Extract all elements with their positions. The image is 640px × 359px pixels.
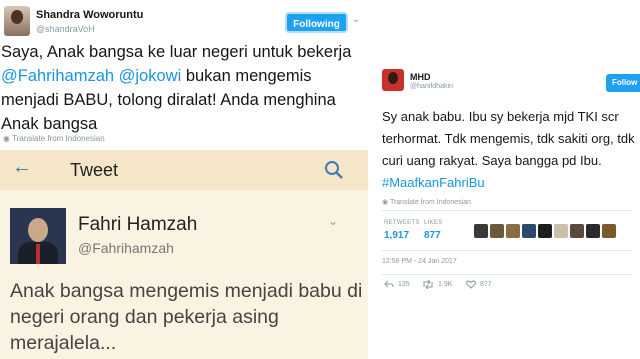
right-tweet: MHD @hanifdhakiri Follow Sy anak babu. I… xyxy=(372,62,640,292)
globe-icon: ◉ xyxy=(382,199,389,206)
liker-avatar[interactable] xyxy=(490,224,504,238)
likes-label: LIKES xyxy=(424,220,443,226)
globe-icon: ◉ xyxy=(3,134,10,143)
left-tweet: Shandra Woworuntu @shandraVoH Following … xyxy=(0,0,372,359)
translate-label: Translate from Indonesian xyxy=(12,134,105,143)
divider xyxy=(382,210,632,211)
tweet-text: Saya, Anak bangsa ke luar negeri untuk b… xyxy=(0,40,372,136)
search-icon xyxy=(325,161,343,179)
avatar[interactable] xyxy=(382,69,404,91)
author-name[interactable]: MHD xyxy=(410,72,431,82)
author-handle[interactable]: @shandraVoH xyxy=(36,24,95,34)
following-button[interactable]: Following xyxy=(285,12,348,33)
retweet-icon xyxy=(423,280,433,289)
like-button[interactable]: 877 xyxy=(466,280,492,289)
embed-tweet-text: Anak bangsa mengemis menjadi babu di neg… xyxy=(10,280,363,354)
retweet-count: 1.9K xyxy=(438,281,453,288)
likes-count[interactable]: 877 xyxy=(424,230,441,241)
liker-avatar[interactable] xyxy=(586,224,600,238)
tweet-text-part: Saya, Anak bangsa ke luar negeri untuk b… xyxy=(1,43,352,61)
heart-icon xyxy=(466,280,476,289)
hashtag-link[interactable]: #MaafkanFahriBu xyxy=(382,175,485,190)
mention-link[interactable]: @jokowi xyxy=(119,67,182,85)
translate-label: Translate from Indonesian xyxy=(389,199,471,206)
translate-link[interactable]: ◉ Translate from Indonesian xyxy=(382,198,471,206)
retweet-button[interactable]: 1.9K xyxy=(422,280,452,289)
follow-button[interactable]: Follow xyxy=(606,74,640,92)
retweets-count[interactable]: 1,917 xyxy=(384,230,409,241)
embed-bar-title: Tweet xyxy=(70,160,119,180)
avatar[interactable] xyxy=(4,6,30,36)
liker-avatar[interactable] xyxy=(506,224,520,238)
liker-avatar[interactable] xyxy=(602,224,616,238)
embed-author-name: Fahri Hamzah xyxy=(78,214,198,235)
embed-avatar xyxy=(10,208,66,264)
liker-avatar[interactable] xyxy=(570,224,584,238)
liker-avatar[interactable] xyxy=(522,224,536,238)
reply-button[interactable]: 135 xyxy=(384,280,410,289)
divider xyxy=(382,274,632,275)
chevron-down-icon: ⌄ xyxy=(328,214,339,228)
embed-author-handle: @Fahrihamzah xyxy=(78,240,174,256)
back-arrow-icon: ← xyxy=(12,156,32,178)
liker-avatar[interactable] xyxy=(554,224,568,238)
tweet-text-body: Sy anak babu. Ibu sy bekerja mjd TKI scr… xyxy=(382,109,635,168)
chevron-down-icon[interactable]: ⌄ xyxy=(352,14,360,25)
embed-top-bar: ← Tweet xyxy=(0,150,368,190)
mention-link[interactable]: @Fahrihamzah xyxy=(1,67,114,85)
divider xyxy=(382,250,632,251)
author-name[interactable]: Shandra Woworuntu xyxy=(36,9,143,21)
liker-avatars xyxy=(474,224,616,238)
liker-avatar[interactable] xyxy=(474,224,488,238)
embedded-screenshot: ← Tweet Fahri Hamzah @Fahrihamzah ⌄ Anak… xyxy=(0,150,368,359)
reply-icon xyxy=(384,280,394,288)
like-count: 877 xyxy=(480,281,492,288)
reply-count: 135 xyxy=(398,281,410,288)
liker-avatar[interactable] xyxy=(538,224,552,238)
translate-link[interactable]: ◉ Translate from Indonesian xyxy=(3,134,105,143)
retweets-label: RETWEETS xyxy=(384,220,420,226)
tweet-text: Sy anak babu. Ibu sy bekerja mjd TKI scr… xyxy=(382,106,640,194)
author-handle[interactable]: @hanifdhakiri xyxy=(410,83,453,90)
timestamp[interactable]: 12:58 PM - 24 Jan 2017 xyxy=(382,258,457,265)
